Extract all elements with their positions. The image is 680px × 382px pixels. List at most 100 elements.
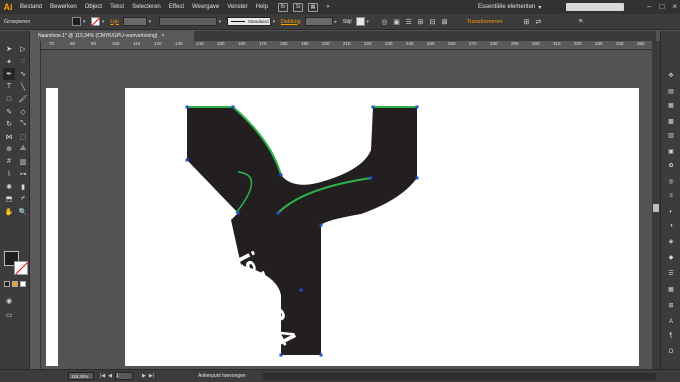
fill-color-swatch[interactable] (72, 17, 82, 26)
artboards-panel-icon[interactable]: ▦ (666, 285, 676, 294)
anchor-point[interactable] (415, 176, 419, 180)
color-guide-icon[interactable]: ▥ (666, 131, 676, 140)
scroll-thumb[interactable] (653, 204, 659, 212)
last-artboard-icon[interactable]: ▶| (149, 373, 154, 379)
opentype-panel-icon[interactable]: O (666, 347, 676, 356)
menu-effect[interactable]: Effect (165, 4, 188, 10)
graph-tool-icon[interactable]: ▮ (17, 181, 29, 193)
flip-icon[interactable]: ⇄ (532, 16, 544, 28)
layers-icon[interactable]: ☰ (666, 269, 676, 278)
eraser-tool-icon[interactable]: ◇ (17, 106, 29, 118)
stroke-color-swatch[interactable] (91, 17, 101, 27)
libraries-panel-icon[interactable]: ▦ (666, 101, 676, 110)
document-tab[interactable]: Naamloos-1* @ 119,34% (CMYK/GPU-voorvert… (30, 31, 194, 41)
close-button[interactable]: × (672, 2, 677, 11)
symbols-panel-icon[interactable]: ◎ (666, 177, 676, 186)
graphic-style-swatch[interactable] (355, 17, 365, 26)
anchor-point[interactable] (276, 211, 280, 215)
menu-selecteren[interactable]: Selecteren (128, 4, 165, 10)
pencil-tool-icon[interactable]: ✎ (3, 106, 15, 118)
stroke-weight-label[interactable]: Lijn (106, 19, 123, 25)
arrange-icon[interactable]: ▦ (307, 2, 318, 12)
blend-tool-icon[interactable]: ⊶ (17, 168, 29, 180)
previous-artboard-icon[interactable]: ◀ (108, 373, 112, 379)
screen-mode-icon[interactable]: ▭ (3, 309, 15, 321)
paintbrush-tool-icon[interactable]: 🖌 (17, 93, 29, 105)
horizontal-ruler[interactable]: 70 80 90 100 110 120 130 140 150 160 170 180 190 200 2… (41, 41, 652, 50)
anchor-point[interactable] (319, 353, 323, 357)
anchor-point[interactable] (279, 353, 283, 357)
pen-tool-icon[interactable]: ✒ (3, 68, 15, 80)
stroke-color-indicator[interactable] (14, 261, 28, 275)
swatches-panel-icon[interactable]: ▣ (666, 147, 676, 156)
align-right-icon[interactable]: ⊠ (439, 16, 451, 28)
layers-panel-icon[interactable]: ▤ (666, 87, 676, 96)
scale-tool-icon[interactable]: ⤡ (17, 118, 29, 130)
opacity-field[interactable] (304, 17, 333, 26)
artboard-tool-icon[interactable]: ⬒ (3, 193, 15, 205)
menu-tekst[interactable]: Tekst (106, 4, 128, 10)
align-panel-icon[interactable]: ⊞ (666, 301, 676, 310)
align-center-icon[interactable]: ⊟ (427, 16, 439, 28)
align-left-icon[interactable]: ⊞ (415, 16, 427, 28)
stock-icon[interactable]: St (292, 2, 303, 12)
chevron-down-icon[interactable]: ▾ (217, 17, 223, 26)
chevron-down-icon[interactable]: ▾ (81, 17, 87, 26)
transparency-panel-icon[interactable]: ◑ (666, 221, 676, 230)
anchor-point[interactable] (279, 173, 283, 177)
anchor-point[interactable] (231, 105, 235, 109)
character-panel-icon[interactable]: A (666, 317, 676, 326)
type-tool-icon[interactable]: T (3, 81, 15, 93)
line-tool-icon[interactable]: ╲ (17, 81, 29, 93)
appearance-panel-icon[interactable]: ◈ (666, 237, 676, 246)
stroke-weight-field[interactable] (122, 17, 147, 26)
rotate-tool-icon[interactable]: ↻ (3, 118, 15, 130)
menu-help[interactable]: Help (252, 4, 272, 10)
minimize-button[interactable]: – (647, 2, 651, 11)
first-artboard-icon[interactable]: |◀ (100, 373, 105, 379)
color-mode-icon[interactable] (4, 281, 10, 287)
rectangle-tool-icon[interactable]: □ (3, 93, 15, 105)
gradient-panel-icon[interactable]: ◐ (666, 207, 676, 216)
artwork-layer[interactable]: ision8.4 (41, 50, 652, 369)
anchor-point[interactable] (415, 105, 419, 109)
perspective-tool-icon[interactable]: ⟁ (17, 143, 29, 155)
vertical-ruler[interactable] (30, 41, 41, 369)
help-search-input[interactable] (566, 3, 624, 11)
close-icon[interactable]: × (161, 33, 164, 39)
recolor-artwork-icon[interactable]: ◎ (379, 16, 391, 28)
direct-selection-tool-icon[interactable]: ▷ (17, 43, 29, 55)
bridge-icon[interactable]: Br (277, 2, 288, 12)
menu-object[interactable]: Object (81, 4, 106, 10)
hand-tool-icon[interactable]: ✋ (3, 206, 15, 218)
menu-weergave[interactable]: Weergave (188, 4, 223, 10)
chevron-down-icon[interactable]: ▾ (147, 17, 153, 26)
paragraph-panel-icon[interactable]: ¶ (666, 331, 676, 340)
anchor-point[interactable] (185, 158, 189, 162)
anchor-point[interactable] (185, 105, 189, 109)
color-panel-icon[interactable]: ▩ (666, 117, 676, 126)
slice-tool-icon[interactable]: ⌿ (17, 193, 29, 205)
anchor-point[interactable] (299, 288, 303, 292)
menu-bewerken[interactable]: Bewerken (46, 4, 81, 10)
horizontal-scrollbar[interactable] (263, 373, 656, 380)
eyedropper-tool-icon[interactable]: ⌇ (3, 168, 15, 180)
brushes-panel-icon[interactable]: ✿ (666, 161, 676, 170)
anchor-point[interactable] (371, 105, 375, 109)
anchor-point[interactable] (236, 211, 240, 215)
gradient-tool-icon[interactable]: ▥ (17, 156, 29, 168)
brush-definition-field[interactable]: Standaard (226, 17, 271, 26)
gradient-mode-icon[interactable] (12, 281, 18, 287)
vertical-scrollbar[interactable] (652, 41, 660, 369)
mesh-tool-icon[interactable]: # (3, 156, 15, 168)
anchor-point[interactable] (319, 223, 323, 227)
selection-tool-icon[interactable]: ➤ (3, 43, 15, 55)
chevron-down-icon[interactable]: ▾ (365, 17, 371, 26)
variable-width-field[interactable] (158, 17, 217, 26)
shape-builder-tool-icon[interactable]: ⊕ (3, 143, 15, 155)
magic-wand-tool-icon[interactable]: ✦ (3, 56, 15, 68)
gpu-icon[interactable]: ✈ (323, 3, 333, 12)
panel-menu-icon[interactable]: ≡ (574, 16, 586, 28)
maximize-button[interactable]: □ (659, 2, 664, 11)
draw-mode-icon[interactable]: ◉ (3, 295, 15, 307)
